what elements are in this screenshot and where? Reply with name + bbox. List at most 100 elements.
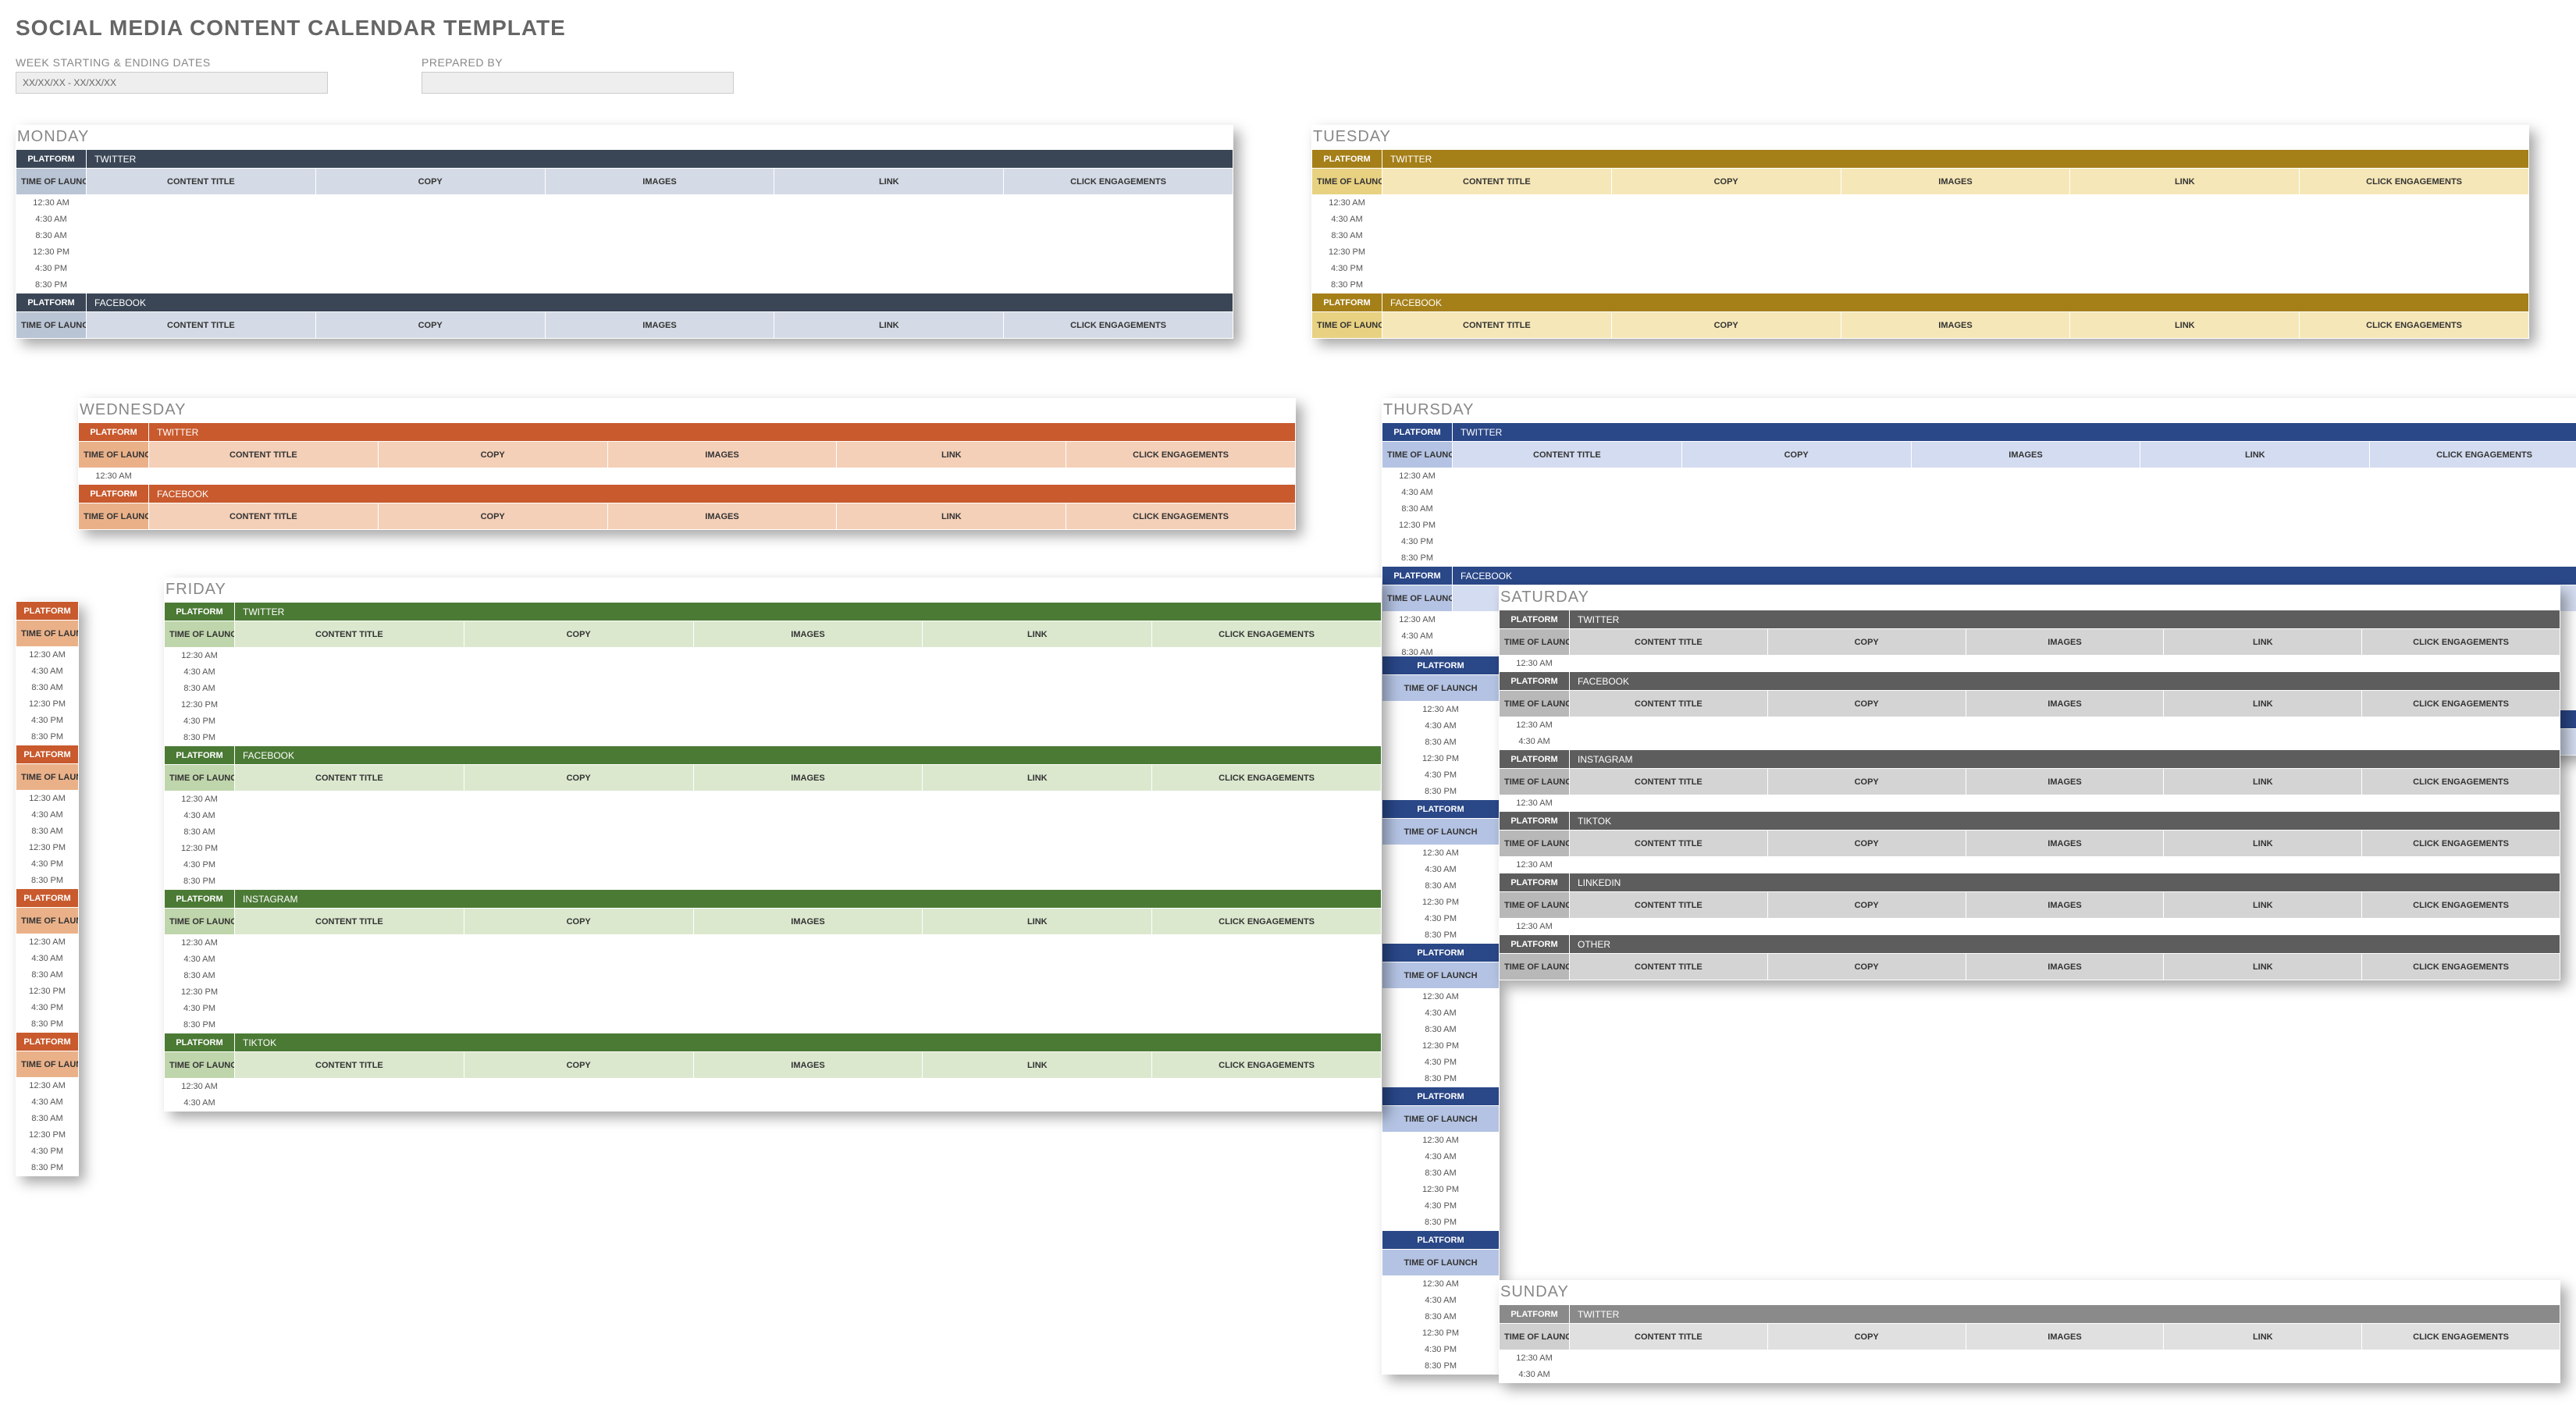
content-cell[interactable] [464,664,693,681]
content-cell[interactable] [545,244,774,261]
content-cell[interactable] [923,1017,1152,1033]
content-cell[interactable] [149,468,379,485]
content-cell[interactable] [1382,244,1612,261]
content-cell[interactable] [1152,808,1382,824]
content-cell[interactable] [2300,195,2529,212]
content-cell[interactable] [235,664,464,681]
content-cell[interactable] [1570,1367,1768,1383]
content-cell[interactable] [464,935,693,951]
content-cell[interactable] [464,730,693,746]
content-cell[interactable] [235,1001,464,1017]
content-cell[interactable] [2070,228,2300,244]
content-cell[interactable] [923,681,1152,697]
content-cell[interactable] [1066,468,1296,485]
content-cell[interactable] [464,681,693,697]
content-cell[interactable] [1841,228,2070,244]
content-cell[interactable] [2070,212,2300,228]
content-cell[interactable] [1152,873,1382,890]
content-cell[interactable] [1911,550,2140,567]
content-cell[interactable] [1382,195,1612,212]
content-cell[interactable] [2140,501,2370,518]
content-cell[interactable] [87,261,316,277]
content-cell[interactable] [1966,1350,2164,1367]
content-cell[interactable] [235,808,464,824]
content-cell[interactable] [1570,734,1768,750]
content-cell[interactable] [693,951,923,968]
content-cell[interactable] [693,1079,923,1095]
content-cell[interactable] [1911,468,2140,485]
content-cell[interactable] [87,228,316,244]
content-cell[interactable] [1152,857,1382,873]
content-cell[interactable] [1611,277,1841,293]
content-cell[interactable] [1681,485,1911,501]
content-cell[interactable] [693,791,923,808]
content-cell[interactable] [693,857,923,873]
content-cell[interactable] [2370,534,2576,550]
content-cell[interactable] [545,212,774,228]
content-cell[interactable] [1681,550,1911,567]
content-cell[interactable] [1152,935,1382,951]
content-cell[interactable] [464,1001,693,1017]
content-cell[interactable] [693,681,923,697]
content-cell[interactable] [1767,1367,1966,1383]
content-cell[interactable] [1152,648,1382,664]
content-cell[interactable] [774,228,1004,244]
content-cell[interactable] [2370,485,2576,501]
content-cell[interactable] [1152,951,1382,968]
content-cell[interactable] [2300,244,2529,261]
content-cell[interactable] [923,873,1152,890]
content-cell[interactable] [693,808,923,824]
content-cell[interactable] [923,713,1152,730]
content-cell[interactable] [923,648,1152,664]
content-cell[interactable] [1966,717,2164,734]
content-cell[interactable] [923,824,1152,841]
content-cell[interactable] [1152,824,1382,841]
content-cell[interactable] [1453,485,1682,501]
content-cell[interactable] [87,244,316,261]
content-cell[interactable] [923,1001,1152,1017]
content-cell[interactable] [545,277,774,293]
content-cell[interactable] [464,873,693,890]
content-cell[interactable] [1453,550,1682,567]
content-cell[interactable] [2362,1367,2560,1383]
content-cell[interactable] [1767,734,1966,750]
content-cell[interactable] [1152,968,1382,984]
content-cell[interactable] [1152,841,1382,857]
content-cell[interactable] [693,873,923,890]
content-cell[interactable] [923,730,1152,746]
content-cell[interactable] [1152,713,1382,730]
content-cell[interactable] [1681,534,1911,550]
content-cell[interactable] [235,824,464,841]
content-cell[interactable] [923,664,1152,681]
content-cell[interactable] [2164,717,2362,734]
content-cell[interactable] [1453,468,1682,485]
content-cell[interactable] [235,968,464,984]
content-cell[interactable] [2164,1367,2362,1383]
content-cell[interactable] [774,277,1004,293]
content-cell[interactable] [1152,664,1382,681]
content-cell[interactable] [1152,730,1382,746]
content-cell[interactable] [235,935,464,951]
content-cell[interactable] [1004,244,1233,261]
content-cell[interactable] [693,1001,923,1017]
content-cell[interactable] [1382,228,1612,244]
content-cell[interactable] [2300,277,2529,293]
content-cell[interactable] [1611,261,1841,277]
content-cell[interactable] [464,968,693,984]
content-cell[interactable] [235,841,464,857]
content-cell[interactable] [2070,277,2300,293]
content-cell[interactable] [1004,277,1233,293]
content-cell[interactable] [545,195,774,212]
content-cell[interactable] [693,841,923,857]
content-cell[interactable] [1004,212,1233,228]
content-cell[interactable] [1152,791,1382,808]
content-cell[interactable] [464,1095,693,1112]
content-cell[interactable] [693,984,923,1001]
content-cell[interactable] [2370,518,2576,534]
content-cell[interactable] [1911,501,2140,518]
content-cell[interactable] [2164,795,2362,812]
content-cell[interactable] [1767,656,1966,672]
content-cell[interactable] [1453,518,1682,534]
content-cell[interactable] [2140,534,2370,550]
content-cell[interactable] [774,212,1004,228]
